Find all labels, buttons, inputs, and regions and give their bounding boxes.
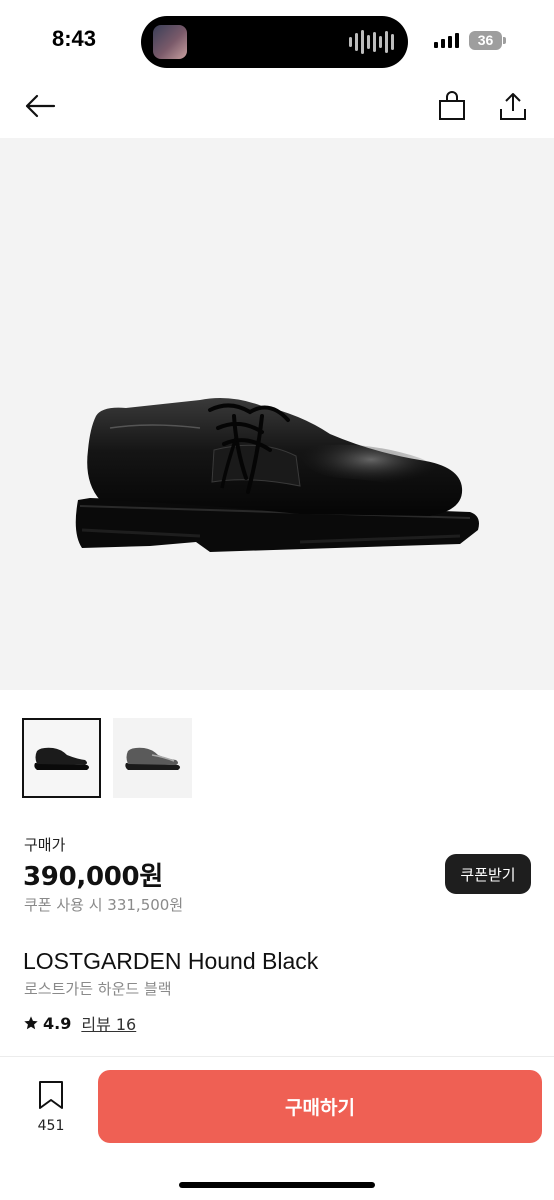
bookmark-icon	[38, 1080, 64, 1114]
cart-button[interactable]	[432, 88, 472, 128]
shoe-image	[75, 398, 479, 552]
star-icon	[23, 1015, 39, 1031]
image-thumbnails	[22, 718, 192, 798]
status-time: 8:43	[52, 26, 97, 51]
get-coupon-button[interactable]: 쿠폰받기	[445, 854, 531, 894]
shoe-thumbnail	[33, 747, 89, 770]
top-nav	[0, 82, 554, 134]
audio-waveform-icon	[349, 30, 394, 54]
product-image[interactable]	[0, 138, 554, 690]
back-arrow-icon	[24, 94, 56, 122]
dynamic-island	[141, 16, 408, 68]
battery-icon: 36	[469, 31, 502, 50]
home-indicator	[179, 1182, 375, 1188]
shopping-bag-icon	[438, 91, 466, 125]
product-name: LOSTGARDEN Hound Black	[23, 948, 319, 974]
buy-button[interactable]: 구매하기	[98, 1070, 542, 1143]
product-name-kr: 로스트가든 하운드 블랙	[24, 980, 172, 998]
now-playing-artwork	[153, 25, 187, 59]
battery-cap	[503, 37, 506, 44]
thumbnail-1[interactable]	[22, 718, 101, 798]
thumbnail-2[interactable]	[113, 718, 192, 798]
divider	[0, 1056, 554, 1057]
back-button[interactable]	[20, 88, 60, 128]
shoe-thumbnail	[124, 747, 180, 770]
product-rating: 4.9 리뷰 16	[23, 1011, 136, 1035]
coupon-price: 쿠폰 사용 시 331,500원	[24, 896, 184, 914]
wish-button[interactable]: 451	[30, 1080, 72, 1134]
product-price: 390,000원	[23, 862, 163, 892]
share-button[interactable]	[493, 88, 533, 128]
price-label: 구매가	[24, 836, 66, 854]
cellular-signal-icon	[434, 33, 459, 48]
share-icon	[499, 91, 527, 125]
status-bar: 8:43 36	[0, 0, 554, 80]
wish-count: 451	[37, 1118, 65, 1134]
rating-score: 4.9	[43, 1013, 72, 1033]
reviews-link[interactable]: 리뷰 16	[81, 1011, 136, 1035]
